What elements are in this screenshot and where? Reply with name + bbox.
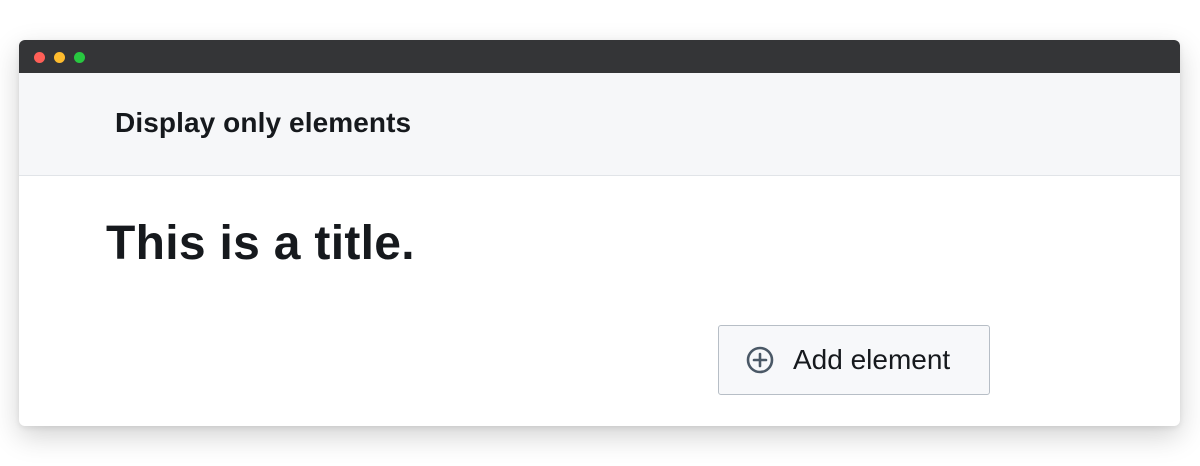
app-window: Display only elements This is a title. A… [19, 40, 1180, 426]
minimize-window-icon[interactable] [54, 52, 65, 63]
page-header-title: Display only elements [115, 107, 412, 138]
maximize-window-icon[interactable] [74, 52, 85, 63]
main-content: This is a title. Add element [19, 176, 1180, 426]
display-title: This is a title. [106, 217, 415, 270]
add-element-button[interactable]: Add element [718, 325, 990, 395]
page-header: Display only elements [19, 73, 1180, 176]
add-element-label: Add element [793, 344, 951, 375]
close-window-icon[interactable] [34, 52, 45, 63]
window-titlebar [19, 40, 1180, 73]
plus-circle-icon [745, 345, 775, 375]
